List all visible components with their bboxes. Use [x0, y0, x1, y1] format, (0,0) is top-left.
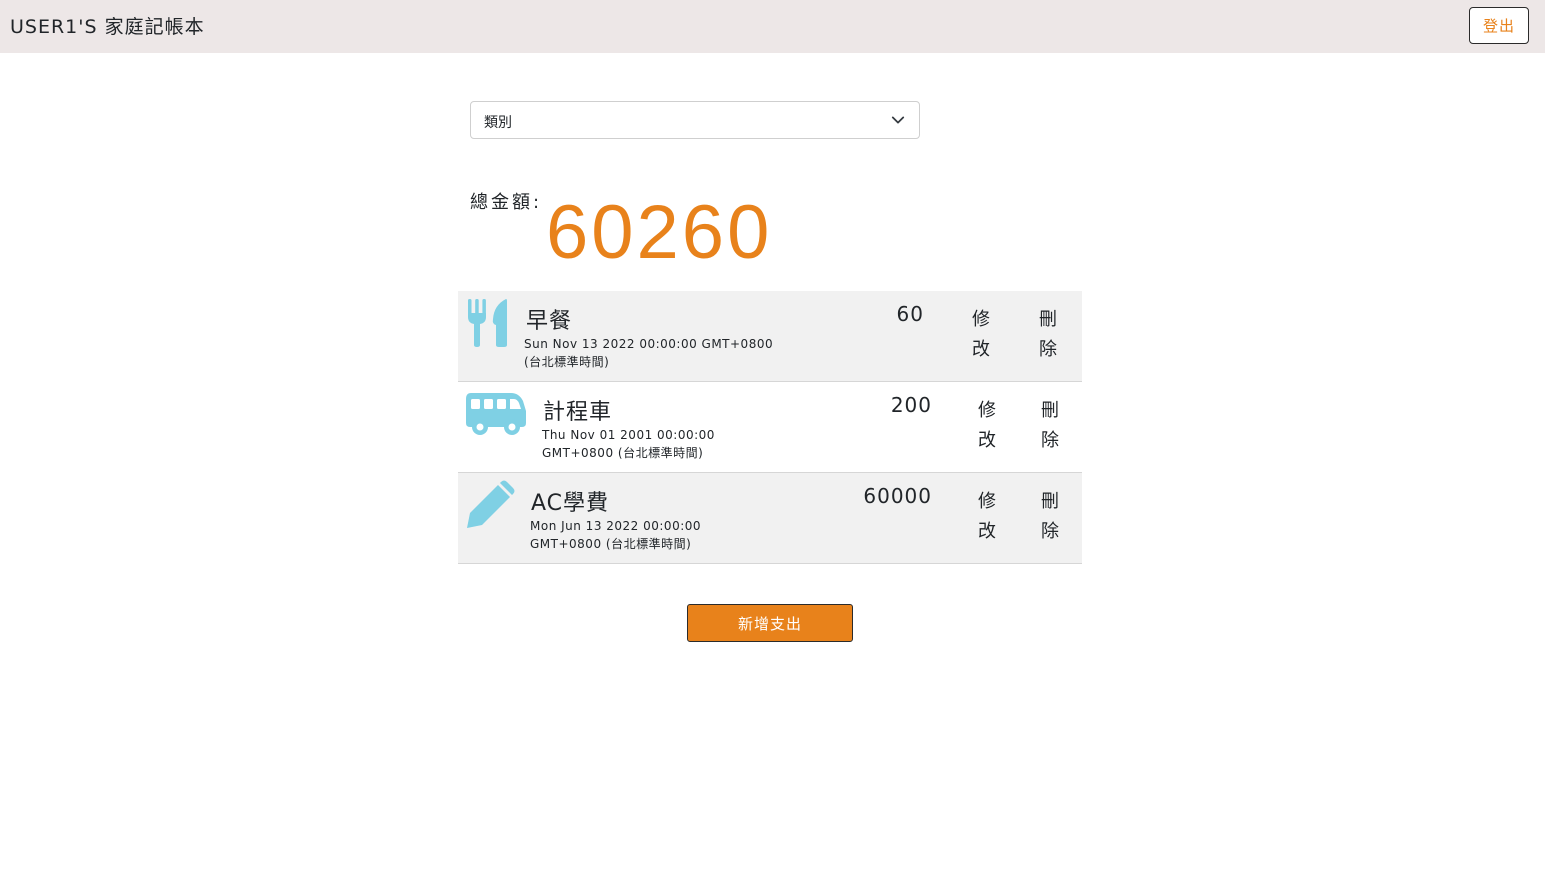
delete-label: 刪 — [1041, 491, 1059, 512]
expense-record: AC學費 Mon Jun 13 2022 00:00:00 GMT+0800 (… — [458, 473, 1082, 564]
edit-button[interactable]: 修 改 — [976, 396, 998, 456]
record-amount: 60000 — [863, 484, 932, 508]
delete-label: 刪 — [1039, 309, 1057, 330]
record-date: Mon Jun 13 2022 00:00:00 GMT+0800 (台北標準時… — [530, 517, 701, 553]
record-date-line: (台北標準時間) — [524, 355, 610, 369]
pencil-icon — [467, 480, 515, 528]
record-date-line: GMT+0800 (台北標準時間) — [530, 537, 692, 551]
record-name: 早餐 — [526, 309, 573, 334]
delete-label: 除 — [1041, 521, 1059, 542]
edit-label: 修 — [972, 309, 990, 330]
expense-record: 計程車 Thu Nov 01 2001 00:00:00 GMT+0800 (台… — [458, 382, 1082, 473]
edit-button[interactable]: 修 改 — [976, 487, 998, 547]
edit-label: 修 — [978, 491, 996, 512]
record-date-line: Sun Nov 13 2022 00:00:00 GMT+0800 — [524, 337, 774, 351]
edit-label: 修 — [978, 400, 996, 421]
record-name: 計程車 — [543, 400, 613, 425]
utensils-icon — [468, 299, 507, 347]
edit-label: 改 — [972, 339, 990, 360]
category-select-value: 類別 — [484, 115, 512, 131]
delete-label: 除 — [1041, 430, 1059, 451]
record-date-line: GMT+0800 (台北標準時間) — [542, 446, 704, 460]
edit-button[interactable]: 修 改 — [970, 305, 992, 365]
expense-record: 早餐 Sun Nov 13 2022 00:00:00 GMT+0800 (台北… — [458, 291, 1082, 382]
record-amount: 60 — [896, 302, 924, 326]
add-expense-button[interactable]: 新增支出 — [687, 604, 853, 642]
total-amount-value: 60260 — [546, 190, 773, 275]
record-date: Thu Nov 01 2001 00:00:00 GMT+0800 (台北標準時… — [542, 426, 715, 462]
app-title: USER1'S 家庭記帳本 — [10, 16, 205, 38]
total-amount-label: 總金額: — [470, 192, 543, 213]
delete-button[interactable]: 刪 除 — [1039, 487, 1061, 547]
bus-icon — [466, 393, 526, 435]
delete-label: 刪 — [1041, 400, 1059, 421]
delete-button[interactable]: 刪 除 — [1037, 305, 1059, 365]
logout-button[interactable]: 登出 — [1469, 7, 1529, 44]
record-amount: 200 — [890, 393, 932, 417]
delete-label: 除 — [1039, 339, 1057, 360]
category-select[interactable]: 類別 — [470, 101, 920, 139]
edit-label: 改 — [978, 521, 996, 542]
record-date-line: Mon Jun 13 2022 00:00:00 — [530, 519, 702, 533]
record-name: AC學費 — [531, 491, 610, 516]
chevron-down-icon — [891, 116, 905, 124]
record-date: Sun Nov 13 2022 00:00:00 GMT+0800 (台北標準時… — [524, 335, 773, 371]
record-date-line: Thu Nov 01 2001 00:00:00 — [542, 428, 715, 442]
navbar: USER1'S 家庭記帳本 登出 — [0, 0, 1545, 53]
edit-label: 改 — [978, 430, 996, 451]
delete-button[interactable]: 刪 除 — [1039, 396, 1061, 456]
